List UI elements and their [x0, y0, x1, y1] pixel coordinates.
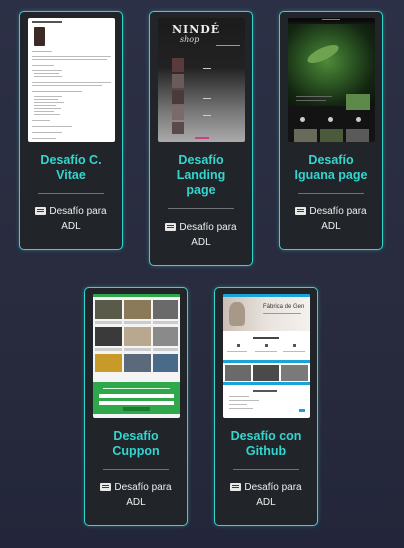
- project-card-landing[interactable]: NINDÉ shop Desafío Landing page Desafío …: [149, 11, 253, 266]
- project-meta: Desafío para ADL: [280, 204, 382, 234]
- project-meta: Desafío para ADL: [150, 220, 252, 250]
- keyboard-icon: [295, 207, 307, 215]
- divider: [103, 469, 169, 470]
- project-meta: Desafío para ADL: [215, 480, 317, 510]
- divider: [168, 208, 234, 209]
- project-thumbnail[interactable]: [93, 294, 180, 418]
- keyboard-icon: [100, 483, 112, 491]
- project-card-github[interactable]: Fábrica de Gen Desafío con Github Desafí…: [214, 287, 318, 526]
- project-card-iguana[interactable]: Desafío Iguana page Desafío para ADL: [279, 11, 383, 250]
- project-thumbnail[interactable]: [288, 18, 375, 142]
- project-title[interactable]: Desafío Landing page: [150, 153, 252, 198]
- project-card-cuppon[interactable]: Desafío Cuppon Desafío para ADL: [84, 287, 188, 526]
- divider: [298, 193, 364, 194]
- project-thumbnail[interactable]: NINDÉ shop: [158, 18, 245, 142]
- project-title[interactable]: Desafío con Github: [215, 429, 317, 459]
- project-title[interactable]: Desafío Cuppon: [85, 429, 187, 459]
- keyboard-icon: [165, 223, 177, 231]
- project-meta: Desafío para ADL: [20, 204, 122, 234]
- keyboard-icon: [230, 483, 242, 491]
- project-title[interactable]: Desafío C. Vitae: [20, 153, 122, 183]
- project-card-cv[interactable]: Desafío C. Vitae Desafío para ADL: [19, 11, 123, 250]
- project-title[interactable]: Desafío Iguana page: [280, 153, 382, 183]
- project-meta: Desafío para ADL: [85, 480, 187, 510]
- divider: [233, 469, 299, 470]
- keyboard-icon: [35, 207, 47, 215]
- project-thumbnail[interactable]: [28, 18, 115, 142]
- project-thumbnail[interactable]: Fábrica de Gen: [223, 294, 310, 418]
- divider: [38, 193, 104, 194]
